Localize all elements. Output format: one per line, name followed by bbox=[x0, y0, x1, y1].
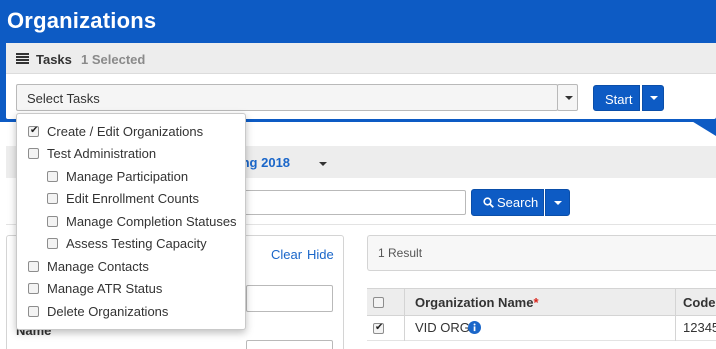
name-filter-input[interactable] bbox=[246, 340, 333, 349]
hide-link[interactable]: Hide bbox=[307, 247, 334, 262]
menu-item-manage-contacts[interactable]: Manage Contacts bbox=[47, 259, 149, 274]
search-icon bbox=[483, 197, 494, 208]
results-count: 1 Result bbox=[378, 246, 423, 260]
chevron-down-icon bbox=[650, 96, 658, 100]
manage-completion-statuses-checkbox[interactable] bbox=[47, 216, 58, 227]
manage-contacts-checkbox[interactable] bbox=[28, 261, 39, 272]
tasks-icon bbox=[16, 53, 29, 64]
row-checkbox[interactable]: ✔ bbox=[373, 322, 384, 334]
check-icon: ✔ bbox=[30, 125, 39, 136]
search-options-button[interactable] bbox=[545, 189, 570, 216]
assess-testing-capacity-checkbox[interactable] bbox=[47, 238, 58, 249]
manage-atr-status-checkbox[interactable] bbox=[28, 283, 39, 294]
start-button[interactable]: Start bbox=[593, 85, 640, 111]
menu-item-edit-enrollment-counts[interactable]: Edit Enrollment Counts bbox=[66, 191, 199, 206]
select-tasks-dropdown[interactable]: Select Tasks bbox=[16, 84, 558, 111]
check-icon: ✔ bbox=[375, 322, 384, 333]
chevron-down-icon bbox=[565, 96, 573, 100]
column-header-organization-name[interactable]: Organization Name* bbox=[415, 295, 539, 310]
column-header-label: Organization Name bbox=[415, 295, 534, 310]
filter-input[interactable] bbox=[246, 285, 333, 312]
menu-item-manage-completion-statuses[interactable]: Manage Completion Statuses bbox=[66, 214, 237, 229]
select-tasks-toggle[interactable] bbox=[557, 84, 578, 111]
search-input[interactable] bbox=[220, 190, 466, 215]
delete-organizations-checkbox[interactable] bbox=[28, 306, 39, 317]
row-code[interactable]: 12345 bbox=[683, 320, 716, 335]
clear-link[interactable]: Clear bbox=[271, 247, 302, 262]
chevron-down-icon bbox=[554, 201, 562, 205]
row-organization-name[interactable]: VID ORG bbox=[415, 320, 470, 335]
header-corner-decoration bbox=[690, 120, 716, 136]
column-divider bbox=[404, 288, 405, 341]
required-mark: * bbox=[533, 295, 539, 310]
info-icon[interactable] bbox=[468, 321, 481, 334]
menu-item-create-edit-organizations[interactable]: Create / Edit Organizations bbox=[47, 124, 203, 139]
menu-item-delete-organizations[interactable]: Delete Organizations bbox=[47, 304, 168, 319]
search-button-label: Search bbox=[497, 195, 539, 210]
column-header-code[interactable]: Code bbox=[683, 295, 716, 310]
start-options-button[interactable] bbox=[642, 85, 664, 111]
select-tasks-label: Select Tasks bbox=[27, 91, 100, 106]
create-edit-organizations-checkbox[interactable]: ✔ bbox=[28, 125, 39, 137]
tasks-bar: Tasks 1 Selected bbox=[6, 43, 716, 74]
search-button[interactable]: Search bbox=[471, 189, 544, 216]
edit-enrollment-counts-checkbox[interactable] bbox=[47, 193, 58, 204]
select-all-checkbox[interactable] bbox=[373, 297, 384, 308]
column-divider bbox=[675, 288, 676, 341]
tasks-panel: Tasks 1 Selected Select Tasks Start bbox=[6, 43, 716, 119]
page-title: Organizations bbox=[7, 8, 157, 33]
manage-participation-checkbox[interactable] bbox=[47, 171, 58, 182]
menu-item-test-administration[interactable]: Test Administration bbox=[47, 146, 156, 161]
menu-item-manage-participation[interactable]: Manage Participation bbox=[66, 169, 188, 184]
tasks-selected-count: 1 Selected bbox=[81, 52, 146, 67]
tasks-dropdown-menu: ✔ Create / Edit Organizations Test Admin… bbox=[16, 113, 246, 330]
menu-item-assess-testing-capacity[interactable]: Assess Testing Capacity bbox=[66, 236, 207, 251]
menu-item-manage-atr-status[interactable]: Manage ATR Status bbox=[47, 281, 162, 296]
test-administration-checkbox[interactable] bbox=[28, 148, 39, 159]
tasks-title: Tasks bbox=[36, 52, 72, 67]
chevron-down-icon[interactable] bbox=[319, 162, 327, 166]
